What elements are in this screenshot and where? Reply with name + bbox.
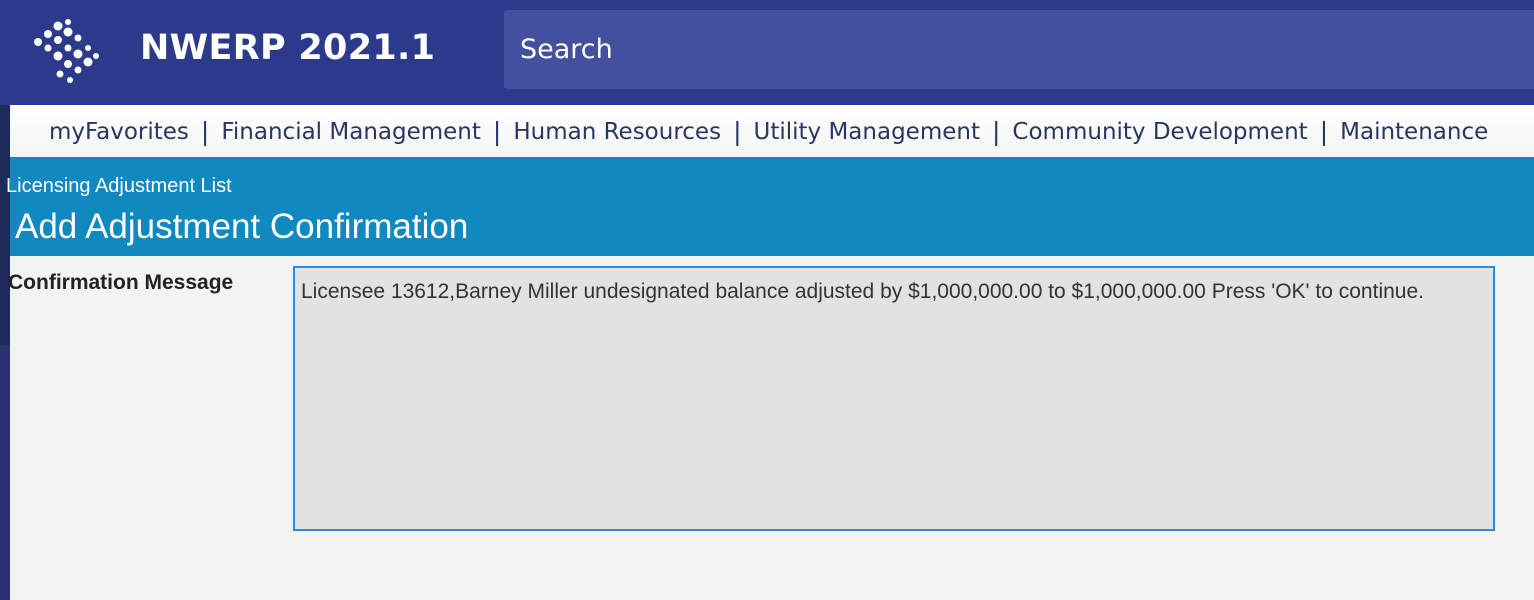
menu-item-financial-management[interactable]: Financial Management [221,119,481,145]
confirmation-message-label: Confirmation Message [8,271,234,294]
breadcrumb[interactable]: Licensing Adjustment List [6,175,232,198]
confirmation-message-field[interactable]: Licensee 13612,Barney Miller undesignate… [293,266,1495,531]
menu-item-utility-management[interactable]: Utility Management [754,119,980,145]
main-menu-bar: myFavorites | Financial Management | Hum… [10,105,1534,158]
menu-separator: | [1319,117,1329,146]
search-placeholder: Search [520,34,613,65]
content-area: Confirmation Message Licensee 13612,Barn… [8,256,1534,600]
menu-item-myfavorites[interactable]: myFavorites [49,119,189,145]
menu-list: myFavorites | Financial Management | Hum… [49,117,1488,146]
menu-separator: | [200,117,210,146]
menu-item-human-resources[interactable]: Human Resources [513,119,721,145]
menu-separator: | [733,117,742,146]
menu-item-community-development[interactable]: Community Development [1012,119,1307,145]
app-title: NWERP 2021.1 [140,28,436,68]
page-title: Add Adjustment Confirmation [15,207,469,246]
menu-separator: | [492,117,502,146]
search-input[interactable]: Search [504,10,1534,89]
menu-item-maintenance[interactable]: Maintenance [1340,119,1488,145]
app-header: NWERP 2021.1 Search [0,0,1534,105]
page-header: Licensing Adjustment List Add Adjustment… [6,157,1534,256]
menu-separator: | [991,117,1001,146]
dots-diamond-logo-icon[interactable] [30,18,102,84]
confirmation-message-text: Licensee 13612,Barney Miller undesignate… [301,280,1424,303]
